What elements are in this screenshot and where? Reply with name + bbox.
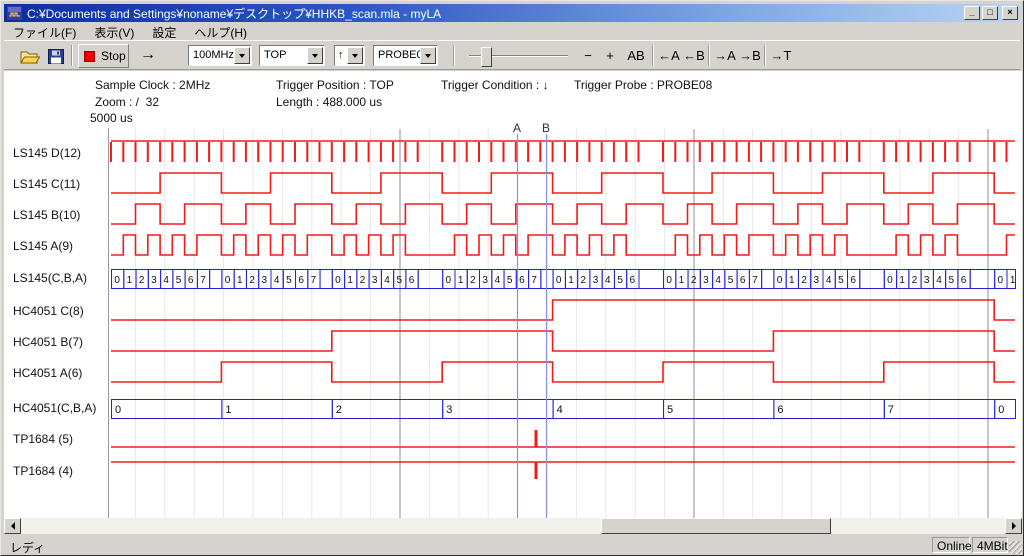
trigger-edge-dropdown-button[interactable] bbox=[347, 47, 363, 64]
save-button[interactable] bbox=[44, 45, 68, 67]
info-trigger-condition: Trigger Condition : ↓ bbox=[441, 78, 549, 92]
sample-rate-dropdown-button[interactable] bbox=[234, 47, 250, 64]
goto-a-back-button[interactable]: ←A bbox=[657, 45, 681, 67]
arrow-left-icon bbox=[7, 522, 15, 530]
channel-label-ls145-bit0: LS145 A(9) bbox=[13, 239, 73, 253]
window-title: C:¥Documents and Settings¥noname¥デスクトップ¥… bbox=[27, 5, 962, 22]
close-button[interactable]: × bbox=[1002, 6, 1018, 20]
trigger-position-dropdown-button[interactable] bbox=[307, 47, 323, 64]
toolbar-separator bbox=[652, 45, 654, 66]
client-area: Sample Clock : 2MHz Trigger Position : T… bbox=[4, 71, 1022, 518]
channel-label-pulse-high-base: TP1684 (4) bbox=[13, 464, 73, 478]
channel-label-hc4051-bit0: HC4051 A(6) bbox=[13, 366, 82, 380]
goto-b-back-button[interactable]: ←B bbox=[682, 45, 706, 67]
trigger-position-combo[interactable]: TOP bbox=[259, 45, 325, 66]
menu-bar: ファイル(F) 表示(V) 設定 ヘルプ(H) bbox=[4, 23, 1020, 39]
sample-rate-combo[interactable]: 100MHz bbox=[188, 45, 252, 66]
channel-label-ls145-bit2: LS145 C(11) bbox=[13, 177, 80, 191]
floppy-disk-icon bbox=[48, 49, 64, 64]
trigger-edge-combo[interactable]: ↑ bbox=[334, 45, 365, 66]
chevron-down-icon bbox=[312, 54, 318, 61]
info-sample-clock: Sample Clock : 2MHz bbox=[95, 78, 210, 92]
stop-square-icon bbox=[84, 51, 95, 62]
horizontal-scrollbar[interactable] bbox=[4, 518, 1022, 534]
scroll-right-button[interactable] bbox=[1005, 518, 1022, 534]
status-online-badge: Online bbox=[932, 537, 970, 553]
toolbar: Stop → 100MHz TOP ↑ PROBE00 − + AB ←A ←B bbox=[4, 40, 1020, 70]
menu-view[interactable]: 表示(V) bbox=[85, 23, 143, 39]
minimize-button[interactable]: _ bbox=[964, 6, 980, 20]
channel-label-hc4051-bit2: HC4051 C(8) bbox=[13, 304, 84, 318]
open-file-button[interactable] bbox=[18, 45, 42, 67]
goto-b-fwd-button[interactable]: →B bbox=[738, 45, 762, 67]
scroll-left-button[interactable] bbox=[4, 518, 21, 534]
chevron-down-icon bbox=[239, 54, 245, 61]
menu-file[interactable]: ファイル(F) bbox=[4, 23, 85, 39]
arrow-right-icon bbox=[1012, 522, 1020, 530]
waveform-canvas[interactable] bbox=[108, 128, 1022, 518]
goto-a-fwd-button[interactable]: →A bbox=[713, 45, 737, 67]
scrollbar-thumb[interactable] bbox=[601, 518, 831, 534]
app-window: C:¥Documents and Settings¥noname¥デスクトップ¥… bbox=[0, 0, 1024, 556]
info-trigger-position: Trigger Position : TOP bbox=[276, 78, 394, 92]
open-folder-icon bbox=[20, 49, 40, 64]
stop-button[interactable]: Stop bbox=[78, 44, 129, 68]
chevron-down-icon bbox=[352, 54, 358, 61]
toolbar-separator bbox=[708, 45, 710, 66]
chevron-down-icon bbox=[425, 54, 431, 61]
channel-label-pulse-low-base: TP1684 (5) bbox=[13, 432, 73, 446]
app-icon bbox=[7, 6, 22, 20]
zoom-slider-thumb[interactable] bbox=[481, 47, 492, 67]
stop-label: Stop bbox=[101, 49, 126, 63]
goto-trigger-button[interactable]: →T bbox=[769, 45, 793, 67]
info-length: Length : 488.000 us bbox=[276, 95, 382, 109]
toolbar-separator bbox=[453, 45, 455, 66]
zoom-in-button[interactable]: + bbox=[600, 45, 620, 67]
ab-button[interactable]: AB bbox=[624, 45, 648, 67]
toolbar-separator bbox=[71, 45, 73, 66]
zoom-out-button[interactable]: − bbox=[578, 45, 598, 67]
title-bar: C:¥Documents and Settings¥noname¥デスクトップ¥… bbox=[4, 4, 1020, 22]
resize-grip-icon[interactable] bbox=[1009, 541, 1022, 554]
time-scale-label: 5000 us bbox=[90, 111, 133, 125]
run-button[interactable]: → bbox=[134, 44, 162, 68]
maximize-button[interactable]: □ bbox=[982, 6, 998, 20]
status-bar: レディ Online 4MBit bbox=[4, 537, 1022, 554]
zoom-slider[interactable] bbox=[469, 55, 568, 57]
toolbar-separator bbox=[764, 45, 766, 66]
probe-combo[interactable]: PROBE00 bbox=[373, 45, 438, 66]
status-ready-text: レディ bbox=[10, 539, 45, 556]
info-zoom: Zoom : / 32 bbox=[95, 95, 159, 109]
channel-label-hc4051-bit1: HC4051 B(7) bbox=[13, 335, 83, 349]
menu-settings[interactable]: 設定 bbox=[143, 23, 185, 39]
probe-dropdown-button[interactable] bbox=[420, 47, 436, 64]
channel-label-ls145-bus: LS145(C,B,A) bbox=[13, 271, 87, 285]
info-trigger-probe: Trigger Probe : PROBE08 bbox=[574, 78, 712, 92]
status-memory-badge: 4MBit bbox=[972, 537, 1008, 553]
channel-label-hc4051-bus: HC4051(C,B,A) bbox=[13, 401, 96, 415]
channel-label-strobe: LS145 D(12) bbox=[13, 146, 81, 160]
menu-help[interactable]: ヘルプ(H) bbox=[185, 23, 256, 39]
channel-label-ls145-bit1: LS145 B(10) bbox=[13, 208, 80, 222]
